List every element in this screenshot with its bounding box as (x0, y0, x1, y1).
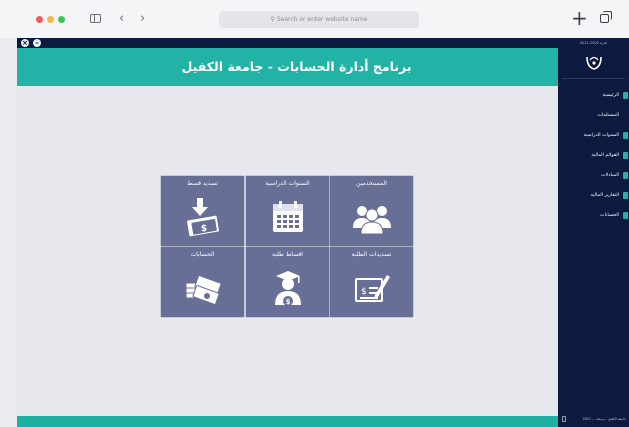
svg-text:$: $ (201, 224, 207, 234)
browser-toolbar: ‹ › ⚲ Search or enter website name + (0, 0, 629, 39)
tile-label: تسديدات الطلبة (351, 251, 392, 258)
app-top-bar: × – (17, 38, 558, 48)
sidebar-divider (562, 78, 625, 79)
tab-overview-icon[interactable] (600, 11, 612, 23)
tile-users[interactable]: المستخدمين (330, 176, 413, 246)
tile-label: تسديد قسط (187, 180, 218, 187)
sidebar-item-exchanges[interactable]: المبادلات (558, 166, 629, 186)
sidebar-item-label: القوائم المالية (591, 153, 619, 158)
sidebar-toggle-icon[interactable] (90, 14, 101, 23)
calendar-icon (273, 201, 303, 232)
tile-label: السنوات الدراسية (265, 180, 310, 187)
minimize-app-icon[interactable]: – (33, 39, 41, 47)
tile-student-payments[interactable]: تسديدات الطلبة $ (330, 247, 413, 317)
payment-form-icon: $ (355, 275, 390, 302)
users-icon (353, 206, 391, 235)
sidebar-item-home[interactable]: الرئيسية (558, 86, 629, 106)
minimize-window-button[interactable] (47, 16, 54, 23)
footer-strip (17, 416, 558, 427)
zoom-window-button[interactable] (58, 16, 65, 23)
lists-icon (623, 152, 628, 159)
sidebar-item-label: التقارير المالية (590, 193, 619, 198)
reports-icon (623, 192, 628, 199)
tile-accounts[interactable]: الحسابات (161, 247, 244, 317)
new-tab-button[interactable]: + (571, 7, 588, 29)
close-app-icon[interactable]: × (21, 39, 29, 47)
address-placeholder: Search or enter website name (276, 16, 368, 23)
sidebar-item-accounts[interactable]: الحسابات (558, 206, 629, 226)
sidebar-item-label: السنوات الدراسية (583, 133, 619, 138)
sidebar-item-financial-lists[interactable]: القوائم المالية (558, 146, 629, 166)
sidebar-item-label: الحسابات (600, 213, 619, 218)
sidebar-item-label: الرئيسية (602, 93, 619, 98)
tile-label: المستخدمين (356, 180, 387, 187)
sidebar-top-text: 2021-2022 ادارة (579, 41, 608, 45)
app-header: برنامج أدارة الحسابات - جامعة الكفيل (17, 48, 558, 86)
sidebar-item-receipts[interactable]: المستلمات (558, 106, 629, 126)
student-fees-icon: $ (275, 271, 301, 306)
sidebar-footer: جامعة الكفيل - برمجة ... 2021 (558, 415, 629, 425)
tile-academic-years[interactable]: السنوات الدراسية (246, 176, 329, 246)
home-icon (623, 92, 628, 99)
back-button[interactable]: ‹ (119, 12, 124, 25)
forward-button[interactable]: › (140, 12, 145, 25)
exchange-icon (623, 172, 628, 179)
tile-pay-installment[interactable]: تسديد قسط $ (161, 176, 244, 246)
sidebar-item-label: المبادلات (601, 173, 619, 178)
sidebar-item-financial-reports[interactable]: التقارير المالية (558, 186, 629, 206)
accounts-icon (623, 212, 628, 219)
tile-student-installments[interactable]: اقساط طلبة $ (246, 247, 329, 317)
tile-label: الحسابات (190, 251, 215, 258)
address-bar[interactable]: ⚲ Search or enter website name (219, 11, 419, 28)
sidebar-item-academic-years[interactable]: السنوات الدراسية (558, 126, 629, 146)
sidebar-footer-text: جامعة الكفيل - برمجة ... 2021 (582, 417, 626, 421)
cash-stack-icon (185, 275, 222, 305)
svg-text:$: $ (361, 287, 367, 297)
page-title: برنامج أدارة الحسابات - جامعة الكفيل (181, 59, 412, 74)
close-window-button[interactable] (36, 16, 43, 23)
sidebar: 2021-2022 ادارة الرئيسية المستلمات السنو… (558, 38, 629, 427)
receipts-icon (623, 112, 628, 119)
svg-text:$: $ (286, 298, 291, 306)
university-logo-icon (586, 56, 602, 70)
sidebar-item-label: المستلمات (597, 113, 619, 118)
tile-label: اقساط طلبة (272, 251, 303, 258)
calendar-icon (623, 132, 628, 139)
app-window: ‹ › ⚲ Search or enter website name + × –… (0, 0, 629, 427)
window-left-margin (0, 38, 17, 427)
money-download-icon: $ (186, 198, 220, 237)
info-icon (562, 416, 566, 422)
